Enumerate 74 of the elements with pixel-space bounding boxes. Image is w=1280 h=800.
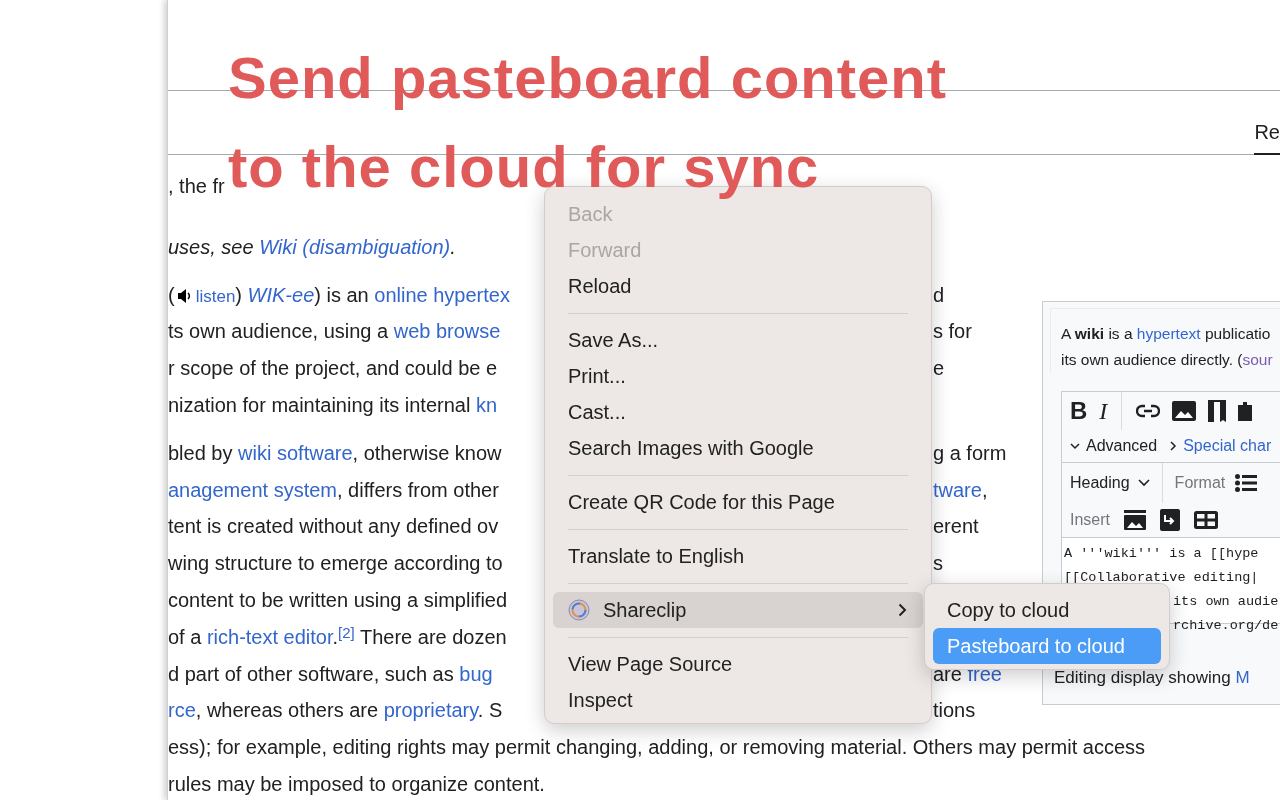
paragraph-text: nization for maintaining its internal kn (168, 394, 498, 416)
paragraph-text: d (933, 282, 945, 308)
paragraph-text: tent is created without any defined ov (168, 515, 499, 538)
infobox-text: its own audience directly. (sour (1061, 350, 1274, 370)
infobox-link[interactable]: hypertext (1136, 325, 1201, 342)
article-link[interactable]: WIK-ee (247, 283, 315, 306)
menu-item[interactable]: Inspect (545, 682, 921, 718)
article-link[interactable]: rich-text editor (206, 625, 333, 648)
heading-dropdown[interactable]: Heading (1070, 474, 1150, 492)
menu-item[interactable]: Save As... (545, 322, 921, 358)
paragraph-text: ( listen) WIK-ee) is an online hypertex (168, 283, 510, 306)
article-link[interactable]: web browse (393, 320, 501, 343)
paragraph-text: content to be written using a simplified (168, 588, 508, 611)
paragraph-text: g a form (933, 440, 1007, 466)
chevron-down-icon (1137, 479, 1150, 487)
italic-button[interactable]: I (1099, 397, 1108, 425)
menu-item[interactable]: Pasteboard to cloud (933, 628, 1161, 664)
chevron-right-icon (1169, 441, 1178, 451)
advanced-toggle[interactable]: Advanced (1070, 437, 1158, 455)
paragraph-text: bled by wiki software, otherwise know (168, 441, 502, 464)
page-tab[interactable]: Re (1254, 121, 1280, 155)
article-link[interactable]: bug (459, 662, 493, 685)
paragraph-text: uses, see Wiki (disambiguation). (168, 235, 456, 258)
paragraph-text: rce, whereas others are proprietary. S (168, 699, 503, 722)
caption-text: Editing display showing M (1054, 668, 1251, 688)
menu-item[interactable]: Create QR Code for this Page (545, 484, 921, 520)
menu-item[interactable]: Translate to English (545, 538, 921, 574)
insert-label: Insert (1070, 511, 1110, 529)
caption-link[interactable]: M (1235, 668, 1250, 687)
menu-item[interactable]: Cast... (545, 394, 921, 430)
paragraph-text: tions (933, 698, 976, 724)
menu-item[interactable]: Shareclip (553, 592, 923, 628)
article-link[interactable]: rce (168, 699, 196, 722)
paragraph-text: ess); for example, editing rights may permit changing, adding, or removing material. Others may permit access (168, 736, 1146, 759)
paragraph-text: s for (933, 319, 972, 345)
infobox-link[interactable]: sour (1242, 351, 1273, 368)
table-icon[interactable] (1194, 511, 1218, 529)
listen-link[interactable]: listen (174, 286, 236, 306)
app-icon (568, 599, 590, 621)
link-icon[interactable] (1136, 404, 1161, 418)
paragraph-text: e (933, 356, 945, 382)
paragraph-text: erent (933, 514, 979, 540)
special-characters-toggle[interactable]: Special char (1169, 437, 1272, 455)
menu-item[interactable]: View Page Source (545, 646, 921, 682)
menu-item[interactable]: Reload (545, 268, 921, 304)
infobox-text: A wiki is a hypertext publicatio (1061, 324, 1272, 344)
paragraph-text: tware, (933, 477, 988, 503)
article-link[interactable]: Wiki (disambiguation) (259, 235, 451, 258)
article-link[interactable]: tware (933, 478, 982, 501)
bookmark-icon[interactable] (1208, 400, 1227, 422)
article-link[interactable]: anagement system (168, 478, 337, 501)
article-link[interactable]: online hypertex (374, 283, 510, 306)
paragraph-text: wing structure to emerge according to (168, 552, 503, 575)
article-link[interactable]: proprietary (383, 699, 478, 722)
paragraph-text: , the fr (168, 175, 225, 197)
article-link[interactable]: kn (475, 394, 498, 416)
chevron-down-icon (1070, 442, 1080, 450)
menu-item[interactable]: Search Images with Google (545, 430, 921, 466)
image-icon[interactable] (1172, 401, 1197, 421)
bulleted-list-icon[interactable] (1235, 474, 1258, 492)
paragraph-text: d part of other software, such as bug (168, 662, 493, 685)
speaker-icon (176, 288, 193, 303)
paragraph-text: of a rich-text editor.$^{[2]}$ There are dozen (168, 625, 507, 648)
format-label: Format (1174, 474, 1226, 492)
paragraph-text: ts own audience, using a web browse (168, 320, 501, 343)
bold-button[interactable]: B (1070, 397, 1088, 425)
paragraph-text: s (933, 551, 943, 577)
image-icon[interactable] (1124, 510, 1146, 530)
chevron-right-icon (898, 603, 907, 617)
paragraph-text: r scope of the project, and could be e (168, 357, 498, 380)
article-link[interactable]: wiki software (238, 441, 353, 464)
menu-item[interactable]: Print... (545, 358, 921, 394)
paragraph-text: anagement system, differs from other (168, 478, 499, 501)
paragraph-text: rules may be imposed to organize content. (168, 772, 545, 795)
